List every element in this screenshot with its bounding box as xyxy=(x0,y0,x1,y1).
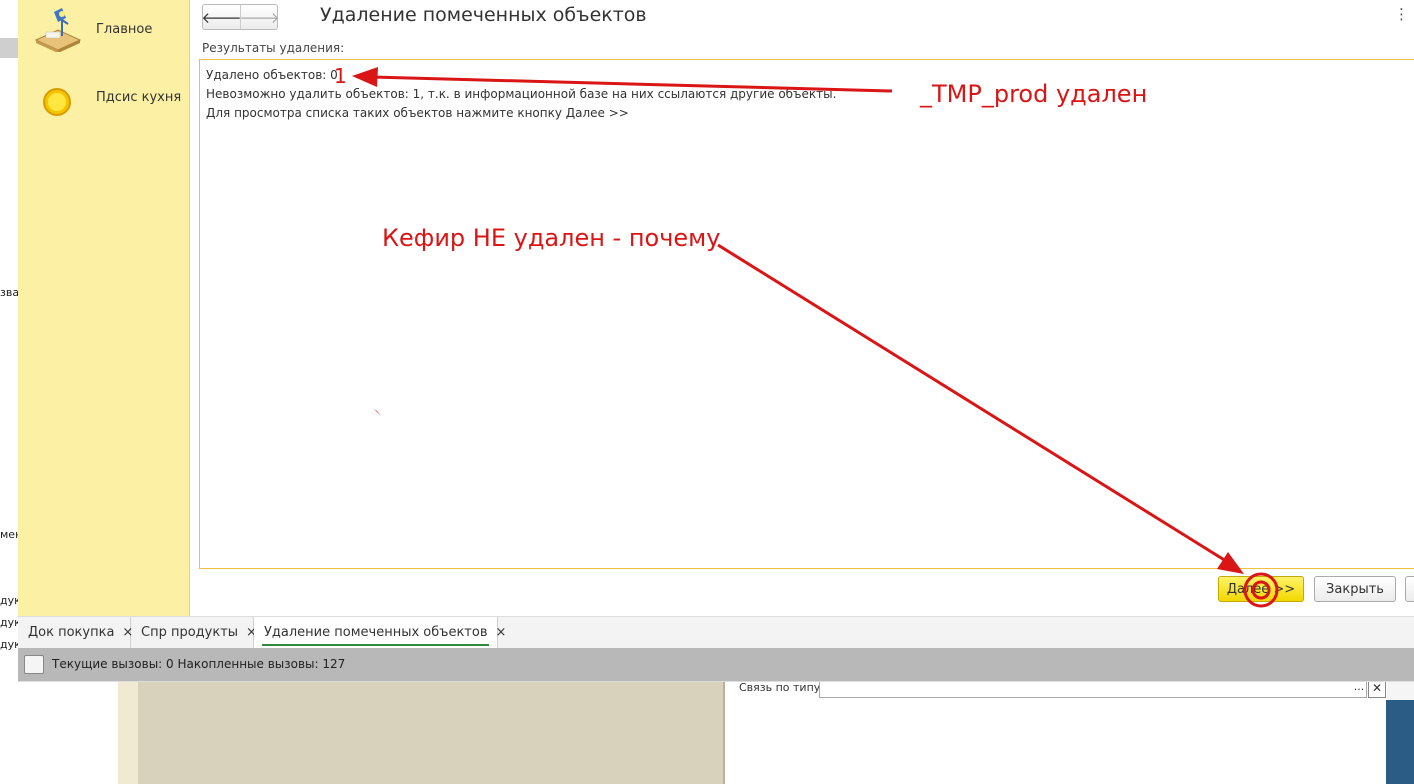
link-type-label: Связь по типу xyxy=(739,681,821,694)
results-label: Результаты удаления: xyxy=(202,41,345,55)
navigation-buttons: 🡐 🡒 xyxy=(201,4,280,30)
sidebar: Главное Пдсис кухня xyxy=(18,0,190,616)
background-fragment: дук xyxy=(0,638,18,651)
extra-button[interactable] xyxy=(1405,576,1414,602)
yellow-circle-icon xyxy=(43,88,71,116)
background-left-gutter xyxy=(118,680,139,784)
arrow-left-icon: 🡐 xyxy=(201,8,242,27)
background-fragment: дук xyxy=(0,616,18,629)
clear-button[interactable]: ✕ xyxy=(1368,680,1386,698)
desk-lamp-icon xyxy=(34,8,82,52)
background-fragment: дук xyxy=(0,594,18,607)
sidebar-item-label: Главное xyxy=(96,22,153,37)
sidebar-item-main[interactable]: Главное xyxy=(18,0,189,60)
status-bar: Текущие вызовы: 0 Накопленные вызовы: 12… xyxy=(18,648,1414,682)
forward-button[interactable]: 🡒 xyxy=(239,5,280,29)
back-button[interactable]: 🡐 xyxy=(201,5,242,29)
arrow-right-icon: 🡒 xyxy=(239,8,280,27)
background-edge xyxy=(1386,700,1414,784)
window-icon[interactable] xyxy=(24,655,44,674)
status-text: Текущие вызовы: 0 Накопленные вызовы: 12… xyxy=(52,657,346,671)
annotation-tmp-prod: _TMP_prod удален xyxy=(920,80,1148,108)
background-cell xyxy=(0,0,18,39)
active-tab-indicator xyxy=(262,644,489,646)
select-button[interactable]: ... xyxy=(1351,680,1367,696)
background-gray-band xyxy=(0,38,18,58)
close-icon[interactable]: × xyxy=(495,625,506,640)
tab-label: Удаление помеченных объектов xyxy=(264,625,488,640)
annotation-kefir: Кефир НЕ удален - почему xyxy=(382,224,721,252)
close-button[interactable]: Закрыть xyxy=(1314,576,1396,602)
tab-label: Док покупка xyxy=(28,625,115,640)
background-fragment: зва xyxy=(0,286,18,299)
background-fragment: мен xyxy=(0,528,18,541)
next-button[interactable]: Далее >> xyxy=(1218,576,1304,602)
results-text-area[interactable]: Удалено объектов: 0 Невозможно удалить о… xyxy=(199,59,1414,569)
results-line-deleted: Удалено объектов: 0 xyxy=(206,68,338,82)
results-line-cannot-delete: Невозможно удалить объектов: 1, т.к. в и… xyxy=(206,87,837,101)
tab-bar: Док покупка × Спр продукты × Удаление по… xyxy=(18,616,1414,649)
background-window-strip xyxy=(0,0,18,784)
tab-products[interactable]: Спр продукты × xyxy=(131,617,257,648)
tab-delete-marked[interactable]: Удаление помеченных объектов × xyxy=(254,617,506,648)
page-title: Удаление помеченных объектов xyxy=(320,4,647,26)
results-line-hint: Для просмотра списка таких объектов нажм… xyxy=(206,106,629,120)
sidebar-item-kitchen[interactable]: Пдсис кухня xyxy=(18,68,189,128)
background-panel xyxy=(138,680,725,784)
annotation-handwritten-one: 1 xyxy=(334,64,347,88)
tab-label: Спр продукты xyxy=(141,625,239,640)
more-actions-icon[interactable]: ⋮ xyxy=(1394,6,1409,22)
sidebar-item-label: Пдсис кухня xyxy=(96,90,182,105)
tab-purchase-doc[interactable]: Док покупка × xyxy=(18,617,133,648)
